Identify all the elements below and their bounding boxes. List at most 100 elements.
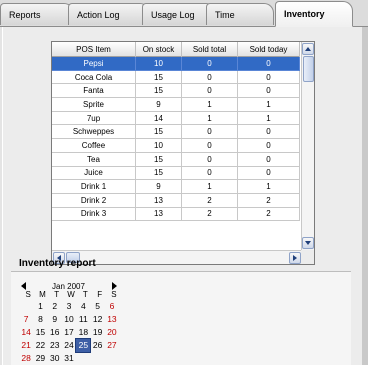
table-row[interactable]: 7up 14 1 1 — [52, 111, 300, 126]
column-header-sold-today[interactable]: Sold today — [238, 42, 300, 57]
table-cell: 0 — [182, 125, 238, 140]
calendar-day[interactable]: 4 — [76, 300, 90, 313]
weekday-label: S — [111, 290, 117, 299]
table-cell: 0 — [182, 139, 238, 153]
table-cell: 7up — [52, 111, 136, 126]
calendar-day[interactable]: 22 — [33, 339, 47, 352]
tab-reports[interactable]: Reports — [0, 3, 74, 25]
table-cell: Fanta — [52, 84, 136, 99]
table-row[interactable]: Drink 3 13 2 2 — [52, 207, 300, 222]
calendar-day[interactable]: 6 — [105, 300, 119, 313]
table-cell: Tea — [52, 152, 136, 167]
table-cell: 9 — [136, 98, 182, 112]
tab-time[interactable]: Time — [206, 3, 274, 25]
table-cell: Schweppes — [52, 125, 136, 140]
table-cell: 1 — [238, 98, 300, 112]
calendar-day[interactable]: 26 — [90, 339, 104, 352]
calendar-day[interactable]: 27 — [105, 339, 119, 352]
table-row[interactable]: Drink 2 13 2 2 — [52, 193, 300, 208]
scrollbar-corner — [301, 250, 314, 264]
inventory-grid[interactable]: POS Item On stock Sold total Sold today … — [51, 41, 315, 265]
tab-inventory[interactable]: Inventory — [275, 1, 353, 27]
report-title: Inventory report — [19, 258, 96, 269]
column-header-sold-total[interactable]: Sold total — [182, 42, 238, 57]
month-calendar[interactable]: Jan 2007 SMTWTFS 1 2 3 4 5 6 7 8 9 10 11 12 13 14 15 16… — [19, 281, 119, 365]
calendar-day[interactable]: 21 — [19, 339, 33, 352]
table-cell: 13 — [136, 207, 182, 222]
table-cell: 15 — [136, 125, 182, 140]
table-row[interactable]: Sprite 9 1 1 — [52, 98, 300, 112]
scroll-down-button[interactable] — [302, 237, 314, 249]
table-row[interactable]: Tea 15 0 0 — [52, 152, 300, 167]
table-cell: 1 — [182, 180, 238, 194]
table-row[interactable]: Schweppes 15 0 0 — [52, 125, 300, 140]
calendar-day[interactable]: 31 — [62, 352, 76, 365]
table-cell: 2 — [238, 193, 300, 208]
calendar-day[interactable]: 30 — [48, 352, 62, 365]
calendar-day[interactable]: 24 — [62, 339, 76, 352]
calendar-day[interactable]: 17 — [62, 326, 76, 339]
vertical-scrollbar[interactable] — [301, 42, 314, 250]
next-month-button[interactable] — [112, 282, 117, 290]
table-cell: 9 — [136, 180, 182, 194]
tab-usage-log[interactable]: Usage Log — [142, 3, 216, 25]
table-cell: 0 — [238, 139, 300, 153]
table-cell: 2 — [238, 207, 300, 222]
table-cell: 0 — [238, 125, 300, 140]
calendar-day[interactable]: 8 — [33, 313, 47, 326]
weekday-label: F — [97, 290, 103, 299]
vertical-scroll-thumb[interactable] — [303, 56, 314, 82]
calendar-day[interactable]: 3 — [62, 300, 76, 313]
scroll-right-button[interactable] — [289, 252, 301, 264]
calendar-day[interactable]: 2 — [48, 300, 62, 313]
weekday-label: M — [39, 290, 46, 299]
prev-month-button[interactable] — [21, 282, 26, 290]
tab-label: Inventory — [284, 9, 325, 19]
table-cell: 2 — [182, 207, 238, 222]
window-edge — [362, 27, 368, 365]
table-cell: Coffee — [52, 139, 136, 153]
table-cell: 15 — [136, 166, 182, 181]
table-row[interactable]: Coca Cola 15 0 0 — [52, 70, 300, 85]
table-row[interactable]: Juice 15 0 0 — [52, 166, 300, 181]
calendar-day[interactable]: 12 — [90, 313, 104, 326]
table-cell: Pepsi — [52, 57, 136, 71]
table-cell: 1 — [182, 111, 238, 126]
calendar-week: 21 22 23 24 25 26 27 — [19, 338, 119, 353]
calendar-day[interactable]: 1 — [33, 300, 47, 313]
table-row[interactable]: Fanta 15 0 0 — [52, 84, 300, 99]
report-divider — [11, 271, 351, 272]
calendar-day[interactable]: 18 — [76, 326, 90, 339]
calendar-day[interactable]: 29 — [33, 352, 47, 365]
calendar-day[interactable]: 28 — [19, 352, 33, 365]
table-cell: 13 — [136, 193, 182, 208]
calendar-day[interactable]: 23 — [48, 339, 62, 352]
calendar-day[interactable]: 9 — [48, 313, 62, 326]
table-cell: 0 — [182, 166, 238, 181]
calendar-day[interactable]: 7 — [19, 313, 33, 326]
table-cell: Juice — [52, 166, 136, 181]
calendar-day[interactable]: 11 — [76, 313, 90, 326]
weekday-label: T — [82, 290, 88, 299]
table-cell: 0 — [238, 152, 300, 167]
calendar-day[interactable]: 25 — [75, 338, 92, 353]
grid-header: POS Item On stock Sold total Sold today — [52, 42, 300, 57]
calendar-day[interactable]: 10 — [62, 313, 76, 326]
table-row[interactable]: Pepsi 10 0 0 — [52, 57, 300, 71]
calendar-day[interactable]: 14 — [19, 326, 33, 339]
table-row[interactable]: Coffee 10 0 0 — [52, 139, 300, 153]
calendar-day[interactable]: 5 — [90, 300, 104, 313]
column-header-on-stock[interactable]: On stock — [136, 42, 182, 57]
arrow-right-icon — [293, 255, 297, 261]
calendar-day[interactable]: 16 — [48, 326, 62, 339]
calendar-day[interactable]: 15 — [33, 326, 47, 339]
tab-action-log[interactable]: Action Log — [68, 3, 150, 25]
calendar-day[interactable]: 20 — [105, 326, 119, 339]
scroll-up-button[interactable] — [302, 43, 314, 55]
calendar-day[interactable]: 19 — [90, 326, 104, 339]
column-header-pos-item[interactable]: POS Item — [52, 42, 136, 57]
tab-strip: Reports Action Log Usage Log Time Invent… — [0, 0, 368, 27]
calendar-day[interactable]: 13 — [105, 313, 119, 326]
calendar-week: 28 29 30 31 — [19, 352, 119, 365]
table-row[interactable]: Drink 1911 — [52, 180, 300, 194]
